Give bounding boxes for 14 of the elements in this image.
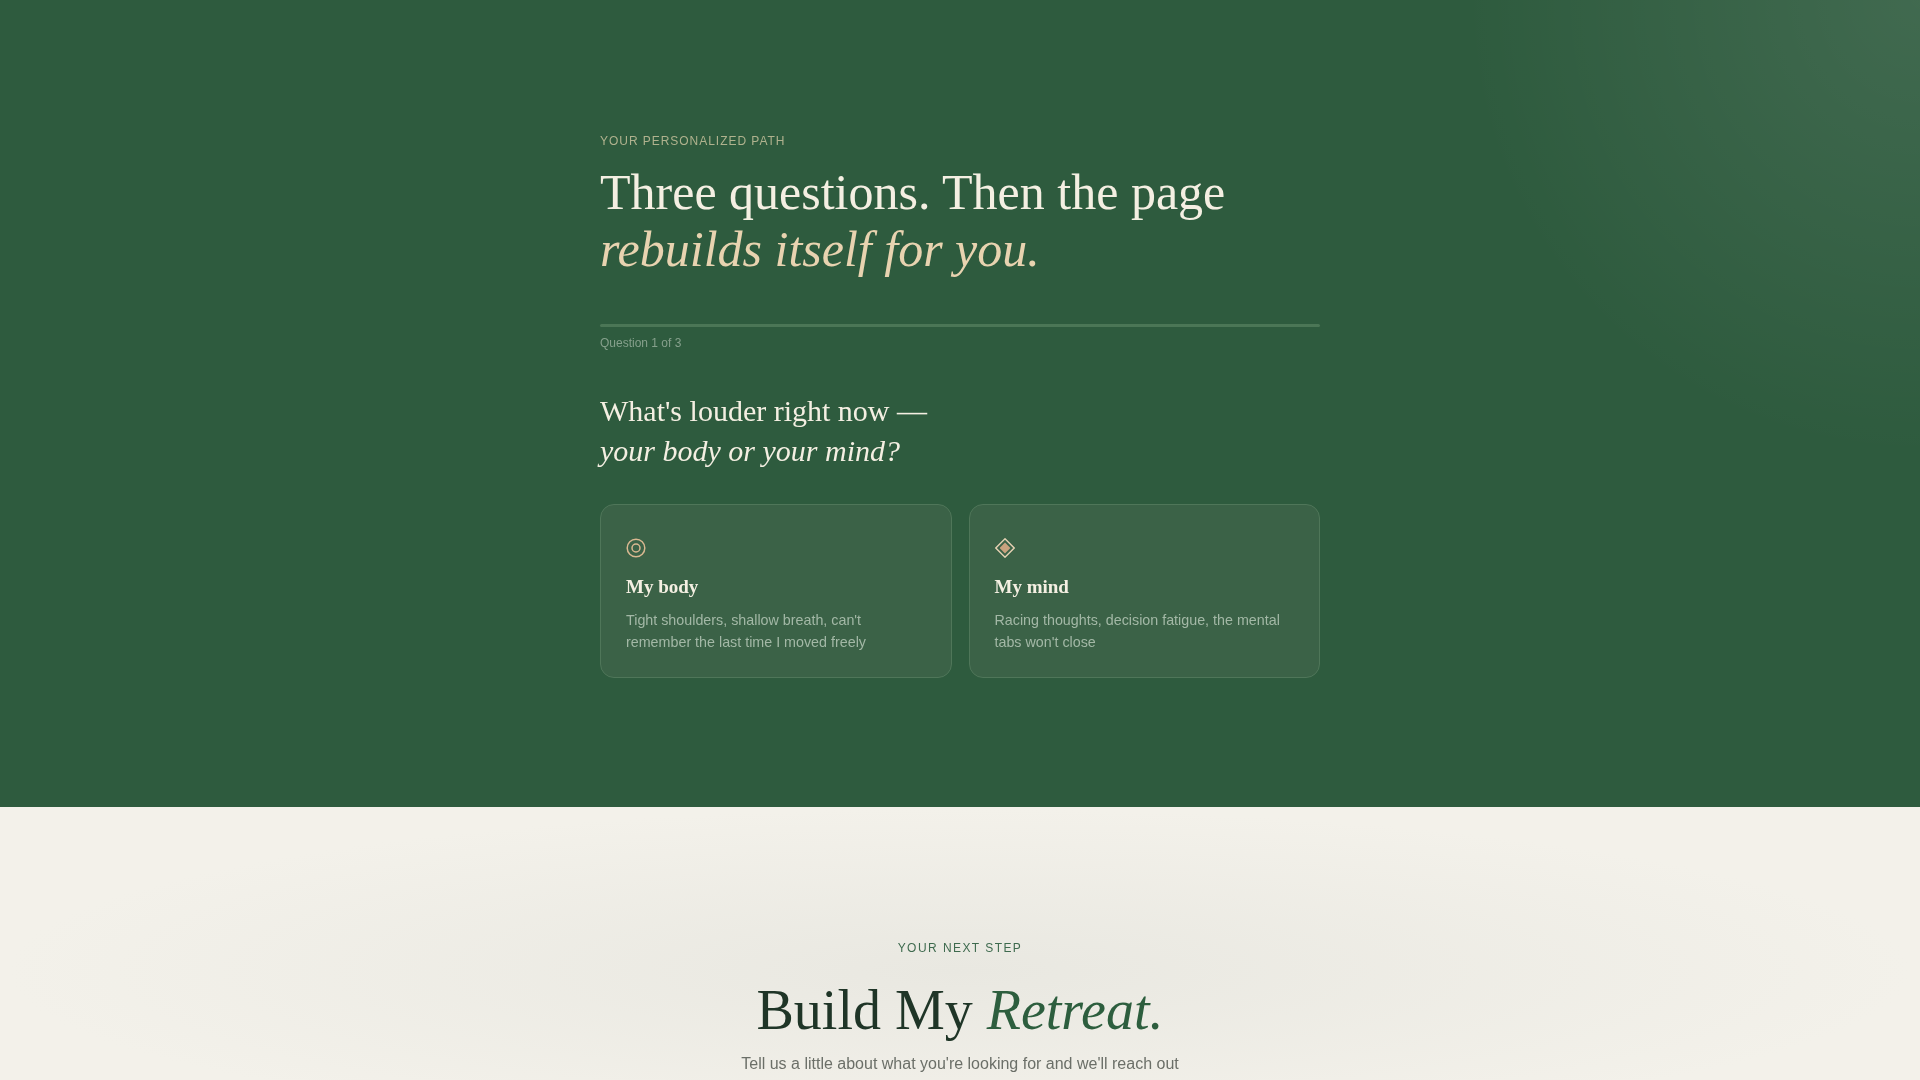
- target-icon: [626, 538, 646, 558]
- page-heading: Three questions. Then the page rebuilds itself for you.: [600, 164, 1226, 278]
- section-heading: Build My Retreat.: [756, 978, 1164, 1042]
- diamond-icon: [994, 538, 1015, 558]
- option-description: Racing thoughts, decision fatigue, the mental tabs won't close: [994, 611, 1281, 652]
- option-title: My mind: [994, 575, 1069, 599]
- section-eyebrow: YOUR PERSONALIZED PATH: [600, 133, 786, 149]
- option-title: My body: [626, 575, 699, 599]
- option-description: Tight shoulders, shallow breath, can't remember the last time I moved freely: [626, 611, 867, 652]
- section-description: Tell us a little about what you're looking for and we'll reach out: [741, 1054, 1179, 1074]
- option-card[interactable]: My mind Racing thoughts, decision fatigue, the mental tabs won't close: [968, 504, 1320, 678]
- question-counter: Question 1 of 3: [600, 335, 682, 351]
- section-eyebrow: YOUR NEXT STEP: [897, 940, 1023, 956]
- option-card[interactable]: My body Tight shoulders, shallow breath, can't remember the last time I moved freely: [600, 504, 952, 678]
